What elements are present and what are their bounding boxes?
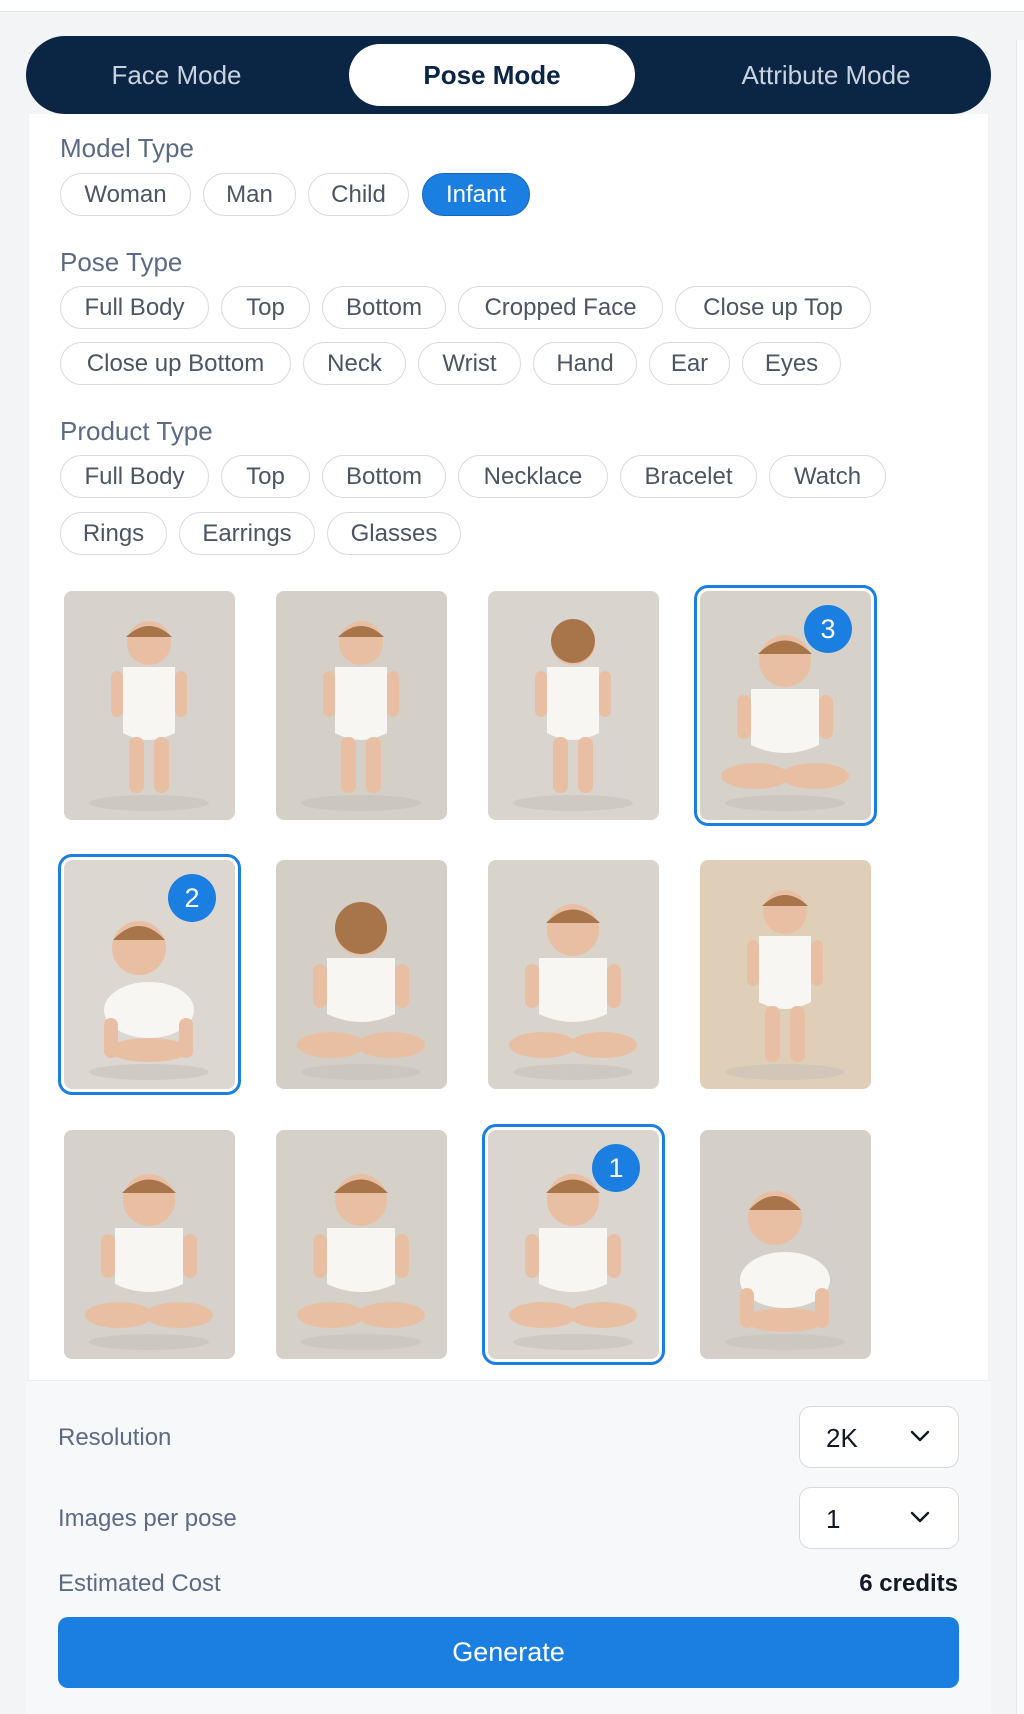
selection-order-badge: 1 xyxy=(592,1144,640,1192)
product-chip-earrings[interactable]: Earrings xyxy=(179,512,315,555)
infant-pose-image xyxy=(276,860,447,1089)
top-strip xyxy=(0,0,1024,12)
tab-pose-mode[interactable]: Pose Mode xyxy=(349,44,635,106)
pose-chip-neck[interactable]: Neck xyxy=(303,342,406,385)
product-chip-glasses[interactable]: Glasses xyxy=(327,512,461,555)
tab-face-mode[interactable]: Face Mode xyxy=(34,44,319,106)
pose-thumbnail[interactable] xyxy=(276,1130,447,1359)
model-type-title: Model Type xyxy=(60,133,194,163)
images-per-pose-value: 1 xyxy=(826,1504,841,1534)
infant-pose-image xyxy=(276,591,447,820)
product-chip-top[interactable]: Top xyxy=(221,455,310,498)
pose-thumbnail[interactable] xyxy=(64,591,235,820)
pose-chip-full-body[interactable]: Full Body xyxy=(60,286,209,329)
pose-thumbnail[interactable] xyxy=(488,860,659,1089)
model-chip-child[interactable]: Child xyxy=(308,173,409,216)
product-chip-bottom[interactable]: Bottom xyxy=(322,455,446,498)
pose-thumbnail[interactable] xyxy=(64,1130,235,1359)
pose-chip-ear[interactable]: Ear xyxy=(649,342,730,385)
infant-pose-image xyxy=(488,860,659,1089)
infant-pose-image xyxy=(488,591,659,820)
mode-switcher: Face Mode Pose Mode Attribute Mode xyxy=(26,36,991,114)
model-chip-woman[interactable]: Woman xyxy=(60,173,191,216)
product-chip-full-body[interactable]: Full Body xyxy=(60,455,209,498)
tab-attribute-mode[interactable]: Attribute Mode xyxy=(686,44,966,106)
resolution-select[interactable]: 2K xyxy=(799,1406,959,1468)
product-chip-rings[interactable]: Rings xyxy=(60,512,167,555)
generate-button[interactable]: Generate xyxy=(58,1617,959,1688)
images-per-pose-select[interactable]: 1 xyxy=(799,1487,959,1549)
model-chip-infant[interactable]: Infant xyxy=(422,173,530,216)
estimated-cost-label: Estimated Cost xyxy=(58,1570,221,1597)
pose-chip-wrist[interactable]: Wrist xyxy=(418,342,521,385)
pose-thumbnail[interactable] xyxy=(700,1130,871,1359)
infant-pose-image xyxy=(64,1130,235,1359)
pose-chip-close-up-top[interactable]: Close up Top xyxy=(675,286,871,329)
pose-chip-hand[interactable]: Hand xyxy=(533,342,637,385)
resolution-label: Resolution xyxy=(58,1424,172,1451)
pose-chip-bottom[interactable]: Bottom xyxy=(322,286,446,329)
selection-order-badge: 2 xyxy=(168,874,216,922)
product-chip-watch[interactable]: Watch xyxy=(769,455,886,498)
resolution-value: 2K xyxy=(826,1423,858,1453)
images-per-pose-label: Images per pose xyxy=(58,1505,237,1532)
pose-chip-top[interactable]: Top xyxy=(221,286,310,329)
infant-pose-image xyxy=(276,1130,447,1359)
chevron-down-icon xyxy=(910,1511,930,1523)
product-chip-necklace[interactable]: Necklace xyxy=(458,455,608,498)
scrollbar-track[interactable] xyxy=(1016,40,1024,1714)
pose-thumbnail[interactable] xyxy=(276,591,447,820)
pose-thumbnail[interactable] xyxy=(488,591,659,820)
infant-pose-image xyxy=(64,591,235,820)
pose-thumbnail[interactable] xyxy=(276,860,447,1089)
pose-chip-eyes[interactable]: Eyes xyxy=(742,342,841,385)
chevron-down-icon xyxy=(910,1430,930,1442)
product-type-title: Product Type xyxy=(60,416,213,446)
pose-chip-cropped-face[interactable]: Cropped Face xyxy=(458,286,663,329)
selection-order-badge: 3 xyxy=(804,605,852,653)
pose-thumbnail[interactable] xyxy=(700,860,871,1089)
model-chip-man[interactable]: Man xyxy=(203,173,296,216)
estimated-cost-value: 6 credits xyxy=(859,1570,958,1597)
pose-chip-close-up-bottom[interactable]: Close up Bottom xyxy=(60,342,291,385)
infant-pose-image xyxy=(700,860,871,1089)
pose-type-title: Pose Type xyxy=(60,247,183,277)
product-chip-bracelet[interactable]: Bracelet xyxy=(620,455,757,498)
infant-pose-image xyxy=(700,1130,871,1359)
